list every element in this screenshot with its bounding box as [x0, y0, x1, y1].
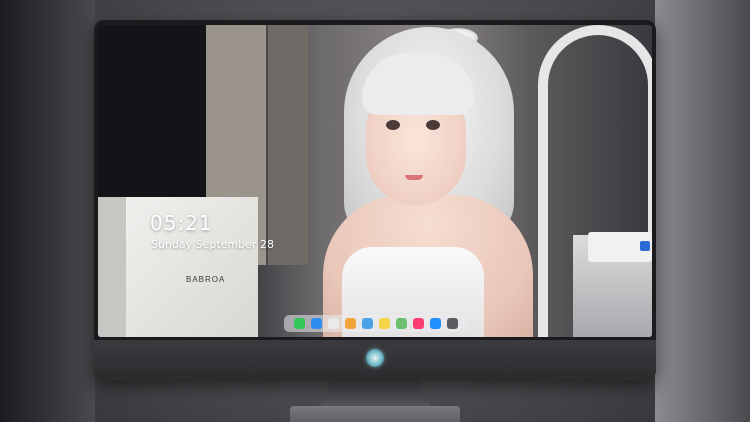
- lock-screen-clock: 05:21: [150, 211, 213, 235]
- background-right: [655, 0, 750, 422]
- photos-icon[interactable]: [345, 318, 356, 329]
- camera-icon[interactable]: [447, 318, 458, 329]
- safari-icon[interactable]: [328, 318, 339, 329]
- files-icon[interactable]: [362, 318, 373, 329]
- lock-screen[interactable]: BABROA 05:21 Sunday September 28: [98, 25, 652, 337]
- music-icon[interactable]: [413, 318, 424, 329]
- wallpaper-box-side: [98, 197, 126, 337]
- messages-icon[interactable]: [294, 318, 305, 329]
- wallpaper-box-label: BABROA: [186, 275, 226, 284]
- dock: [284, 315, 468, 332]
- wallpaper-person-mouth: [405, 175, 423, 180]
- maps-icon[interactable]: [396, 318, 407, 329]
- background-left: [0, 0, 95, 422]
- wallpaper-person-bangs: [362, 53, 474, 115]
- monitor-logo-icon: [366, 349, 384, 367]
- app-store-icon[interactable]: [430, 318, 441, 329]
- wallpaper-door-shadow: [268, 25, 308, 265]
- wallpaper-machine-led: [640, 241, 650, 251]
- wallpaper-person-eye: [426, 120, 440, 130]
- finder-icon[interactable]: [311, 318, 322, 329]
- monitor-stand-base: [290, 406, 460, 422]
- notes-icon[interactable]: [379, 318, 390, 329]
- lock-screen-date: Sunday September 28: [151, 238, 274, 251]
- wallpaper-person-eye: [386, 120, 400, 130]
